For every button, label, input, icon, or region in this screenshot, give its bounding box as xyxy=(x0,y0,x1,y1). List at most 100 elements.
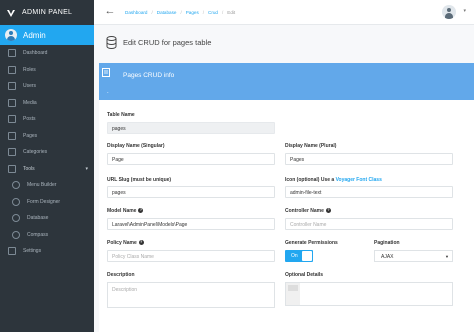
sidebar-item-roles[interactable]: Roles xyxy=(0,62,94,79)
help-icon[interactable]: ? xyxy=(138,208,144,214)
crud-panel: Pages CRUD info . Table Name pages Displ… xyxy=(99,63,474,332)
sidebar-item-menu-builder[interactable]: Menu Builder xyxy=(0,177,94,194)
policy-name-label-text: Policy Name xyxy=(107,240,137,246)
chevron-down-icon: ▾ xyxy=(85,165,88,172)
controller-name-label: Controller Name? xyxy=(285,208,331,214)
description-textarea[interactable]: Description xyxy=(107,282,275,308)
user-name: Admin xyxy=(23,30,46,40)
icon-label-text: Icon (optional) Use a xyxy=(285,177,336,183)
breadcrumb-separator: / xyxy=(151,9,153,15)
sidebar-item-categories[interactable]: Categories xyxy=(0,144,94,161)
display-singular-field[interactable]: Page xyxy=(107,153,275,165)
topbar: ← Dashboard / Database / Pages / Crud / … xyxy=(94,0,474,25)
display-plural-label: Display Name (Plural) xyxy=(285,143,337,149)
policy-name-label: Policy Name? xyxy=(107,240,144,246)
optional-details-label: Optional Details xyxy=(285,272,324,278)
page-header: Edit CRUD for pages table xyxy=(106,36,211,49)
dashboard-icon xyxy=(8,49,16,58)
toggle-knob xyxy=(302,251,312,261)
sidebar-item-users[interactable]: Users xyxy=(0,78,94,95)
sidebar-item-label: Database xyxy=(27,215,49,222)
lock-icon xyxy=(8,65,16,74)
compass-icon xyxy=(12,230,20,239)
user-avatar[interactable] xyxy=(442,5,456,19)
icon-field[interactable]: admin-file-text xyxy=(285,186,453,198)
breadcrumb-crud[interactable]: Crud xyxy=(208,10,218,15)
file-text-icon xyxy=(8,131,16,140)
logo-icon xyxy=(7,9,15,17)
sidebar-item-posts[interactable]: Posts xyxy=(0,111,94,128)
panel-header: Pages CRUD info . xyxy=(99,63,474,100)
icon-label: Icon (optional) Use a Voyager Font Class xyxy=(285,177,382,183)
controller-name-field[interactable]: Controller Name xyxy=(285,218,453,230)
chevron-down-icon[interactable]: ▾ xyxy=(463,8,466,14)
slug-label: URL Slug (must be unique) xyxy=(107,177,172,183)
sidebar-item-compass[interactable]: Compass xyxy=(0,227,94,244)
breadcrumb-separator: / xyxy=(222,9,224,15)
sidebar-item-label: Settings xyxy=(23,248,42,255)
user-profile[interactable]: Admin xyxy=(0,25,94,45)
model-name-label: Model Name? xyxy=(107,208,144,214)
images-icon xyxy=(8,98,16,107)
pagination-select[interactable]: AJAX ▼ xyxy=(374,250,453,262)
table-name-label: Table Name xyxy=(107,112,135,118)
sidebar-item-label: Menu Builder xyxy=(27,182,57,189)
page-title: Edit CRUD for pages table xyxy=(123,38,212,47)
editor-gutter xyxy=(286,283,300,305)
brand[interactable]: ADMIN PANEL xyxy=(0,0,94,25)
sidebar-item-form-designer[interactable]: Form Designer xyxy=(0,194,94,211)
pagination-label: Pagination xyxy=(374,240,400,246)
table-name-field: pages xyxy=(107,122,275,134)
chevron-down-icon: ▼ xyxy=(445,254,449,259)
pagination-value: AJAX xyxy=(381,254,394,260)
categories-icon xyxy=(8,148,16,157)
breadcrumb-edit: Edit xyxy=(227,9,236,15)
code-icon xyxy=(12,197,20,206)
back-arrow-icon[interactable]: ← xyxy=(103,5,117,19)
person-icon xyxy=(8,82,16,91)
sidebar-nav: Dashboard Roles Users Media Posts Pages … xyxy=(0,45,94,260)
sidebar-item-pages[interactable]: Pages xyxy=(0,128,94,145)
news-icon xyxy=(8,115,16,124)
generate-permissions-toggle[interactable]: On xyxy=(285,250,313,262)
breadcrumb-database[interactable]: Database xyxy=(157,10,177,15)
display-plural-field[interactable]: Pages xyxy=(285,153,453,165)
sidebar-item-label: Tools xyxy=(23,165,35,172)
sidebar-item-tools[interactable]: Tools ▾ xyxy=(0,161,94,178)
sidebar-item-label: Compass xyxy=(27,231,49,238)
breadcrumb-dashboard[interactable]: Dashboard xyxy=(125,10,147,15)
slug-field[interactable]: pages xyxy=(107,186,275,198)
sidebar-item-label: Media xyxy=(23,99,37,106)
panel-marker: . xyxy=(107,89,109,95)
sidebar: ADMIN PANEL Admin Dashboard Roles Users … xyxy=(0,0,94,332)
breadcrumb-pages[interactable]: Pages xyxy=(186,10,199,15)
panel-title: Pages CRUD info xyxy=(123,72,175,79)
toggle-state-label: On xyxy=(291,253,298,259)
sidebar-item-label: Posts xyxy=(23,116,36,123)
sidebar-item-settings[interactable]: Settings xyxy=(0,243,94,260)
policy-name-field[interactable]: Policy Class Name xyxy=(107,250,275,262)
description-label: Description xyxy=(107,272,135,278)
sidebar-item-dashboard[interactable]: Dashboard xyxy=(0,45,94,62)
list-icon xyxy=(12,181,20,190)
controller-name-label-text: Controller Name xyxy=(285,208,324,214)
sidebar-item-database[interactable]: Database xyxy=(0,210,94,227)
app-title: ADMIN PANEL xyxy=(22,9,73,16)
breadcrumb-separator: / xyxy=(202,9,205,15)
sidebar-item-label: Dashboard xyxy=(23,50,48,57)
sidebar-item-label: Roles xyxy=(23,66,36,73)
sidebar-item-media[interactable]: Media xyxy=(0,95,94,112)
breadcrumb-separator: / xyxy=(180,9,182,15)
generate-permissions-label: Generate Permissions xyxy=(285,240,338,246)
sidebar-item-label: Users xyxy=(23,83,37,90)
model-name-field[interactable]: Laravel\AdminPanel\Models\Page xyxy=(107,218,275,230)
optional-details-editor[interactable] xyxy=(285,282,453,306)
help-icon[interactable]: ? xyxy=(325,208,331,214)
sidebar-item-label: Pages xyxy=(23,132,38,139)
help-icon[interactable]: ? xyxy=(138,240,144,246)
sidebar-item-label: Categories xyxy=(23,149,48,156)
model-name-label-text: Model Name xyxy=(107,208,137,214)
voyager-font-class-link[interactable]: Voyager Font Class xyxy=(336,177,382,183)
settings-icon xyxy=(8,247,16,256)
tools-icon xyxy=(8,164,16,173)
